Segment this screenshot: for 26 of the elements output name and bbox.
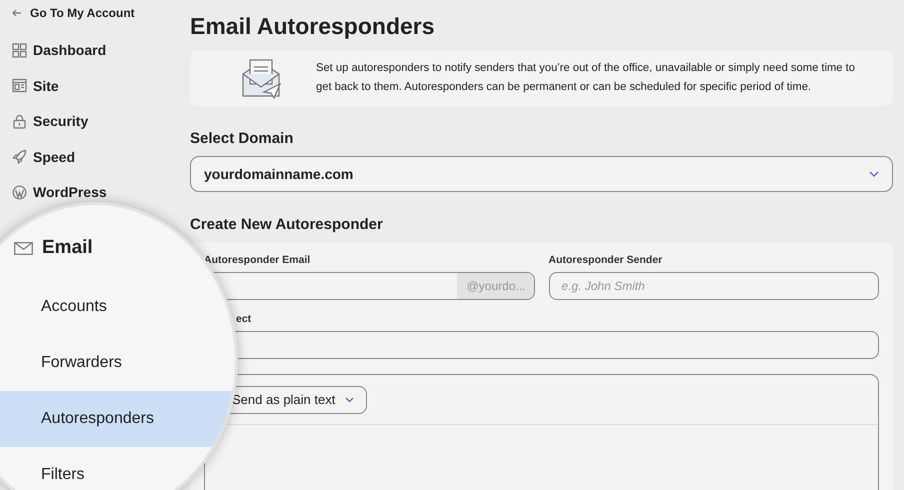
chevron-down-icon <box>869 171 879 177</box>
page-title: Email Autoresponders <box>190 12 436 40</box>
arrow-left-icon <box>12 8 22 16</box>
rocket-icon <box>12 149 27 164</box>
intro-text: Set up autoresponders to notify senders that you’re out of the office, unavailable or simply need some time to get back to them. Autoresponders can be permanent or can be scheduled for specific period of time. <box>316 61 856 95</box>
lock-icon <box>12 114 27 128</box>
sidebar-item[interactable]: Security <box>12 112 188 130</box>
sidebar-item[interactable]: Speed <box>12 148 188 166</box>
section-heading: Select Domain <box>190 130 294 148</box>
sender-input-field[interactable]: e.g. John Smith <box>548 272 879 300</box>
dropdown-value: yourdomainname.com <box>204 166 354 182</box>
envelope-icon <box>14 242 33 254</box>
sidebar-item[interactable]: Site <box>12 76 188 94</box>
sidebar-item[interactable]: WordPress <box>12 183 188 201</box>
browser-window-icon <box>12 78 27 93</box>
section-heading: Create New Autoresponder <box>190 216 384 234</box>
chevron-down-icon <box>345 396 354 402</box>
field-label: Autoresponder Sender <box>548 254 664 268</box>
domain-suffix: @yourdo... <box>456 273 534 299</box>
field-label: ect <box>236 313 252 327</box>
back-link[interactable]: Go To My Account <box>12 4 188 21</box>
domain-dropdown[interactable]: yourdomainname.com <box>190 156 893 192</box>
sidebar-item[interactable]: Dashboard <box>12 41 188 59</box>
grid-icon <box>12 42 27 58</box>
wordpress-icon <box>12 184 27 200</box>
field-label: Autoresponder Email <box>204 254 312 268</box>
